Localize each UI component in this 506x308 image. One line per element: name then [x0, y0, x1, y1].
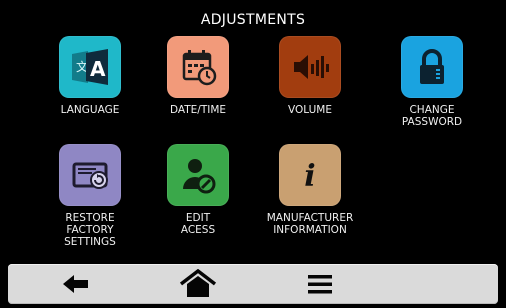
volume-label: VOLUME — [288, 104, 332, 116]
edit-access-button[interactable]: EDIT ACESS — [146, 144, 250, 236]
back-button[interactable] — [44, 268, 108, 300]
user-edit-icon — [167, 144, 229, 206]
hamburger-menu-icon — [308, 275, 332, 294]
bottom-navigation-bar — [8, 264, 498, 304]
restore-icon — [59, 144, 121, 206]
language-icon: 文 A — [59, 36, 121, 98]
restore-factory-settings-button[interactable]: RESTORE FACTORY SETTINGS — [38, 144, 142, 248]
svg-text:A: A — [90, 57, 106, 81]
language-button[interactable]: 文 A LANGUAGE — [38, 36, 142, 116]
speaker-volume-icon — [279, 36, 341, 98]
date-time-label: DATE/TIME — [169, 104, 227, 116]
volume-button[interactable]: VOLUME — [258, 36, 362, 116]
page-title: ADJUSTMENTS — [200, 12, 306, 28]
arrow-left-icon — [63, 275, 88, 293]
restore-factory-settings-label: RESTORE FACTORY SETTINGS — [64, 212, 116, 248]
padlock-icon — [401, 36, 463, 98]
home-icon — [179, 269, 217, 297]
change-password-button[interactable]: CHANGE PASSWORD — [380, 36, 484, 128]
manufacturer-information-button[interactable]: i MANUFACTURER INFORMATION — [258, 144, 362, 236]
svg-text:i: i — [304, 159, 315, 194]
change-password-label: CHANGE PASSWORD — [401, 104, 463, 128]
calendar-clock-icon — [167, 36, 229, 98]
info-icon: i — [279, 144, 341, 206]
home-button[interactable] — [166, 268, 230, 300]
date-time-button[interactable]: DATE/TIME — [146, 36, 250, 116]
manufacturer-information-label: MANUFACTURER INFORMATION — [266, 212, 354, 236]
menu-button[interactable] — [288, 268, 352, 300]
language-label: LANGUAGE — [60, 104, 120, 116]
edit-access-label: EDIT ACESS — [180, 212, 216, 236]
